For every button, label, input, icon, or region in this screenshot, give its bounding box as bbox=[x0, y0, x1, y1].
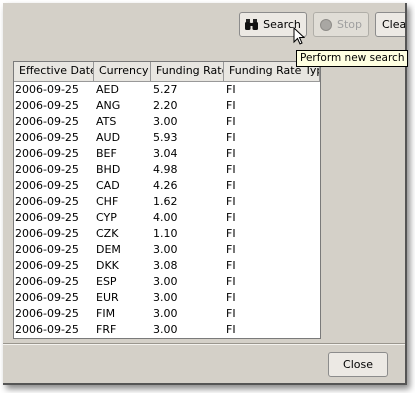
table-row[interactable]: 2006-09-25 AED 5.27 FI bbox=[14, 82, 320, 98]
cell-funding-rate-type: FI bbox=[226, 275, 236, 288]
stop-button[interactable]: Stop bbox=[313, 12, 369, 37]
table-row[interactable]: 2006-09-25 BHD 4.98 FI bbox=[14, 162, 320, 178]
cell-currency: CHF bbox=[96, 195, 119, 208]
funding-rates-table[interactable]: Effective Date Currency Funding Rate Fun… bbox=[13, 61, 321, 339]
cell-currency: CYP bbox=[96, 211, 117, 224]
table-header: Effective Date Currency Funding Rate Fun… bbox=[14, 62, 320, 82]
column-header-effective-date[interactable]: Effective Date bbox=[14, 62, 94, 81]
cell-funding-rate: 3.00 bbox=[153, 291, 178, 304]
close-button[interactable]: Close bbox=[328, 352, 388, 377]
cell-currency: CZK bbox=[96, 227, 119, 240]
table-row[interactable]: 2006-09-25 DKK 3.08 FI bbox=[14, 258, 320, 274]
cell-funding-rate: 3.04 bbox=[153, 147, 178, 160]
cell-funding-rate-type: FI bbox=[226, 291, 236, 304]
table-row[interactable]: 2006-09-25 DEM 3.00 FI bbox=[14, 242, 320, 258]
cell-currency: ANG bbox=[96, 99, 121, 112]
cell-effective-date: 2006-09-25 bbox=[15, 83, 79, 96]
cell-effective-date: 2006-09-25 bbox=[15, 291, 79, 304]
cell-effective-date: 2006-09-25 bbox=[15, 163, 79, 176]
cell-currency: DEM bbox=[96, 243, 121, 256]
cell-funding-rate: 1.62 bbox=[153, 195, 178, 208]
cell-funding-rate-type: FI bbox=[226, 259, 236, 272]
cell-funding-rate: 5.93 bbox=[153, 131, 178, 144]
table-row[interactable]: 2006-09-25 CHF 1.62 FI bbox=[14, 194, 320, 210]
cell-currency: ESP bbox=[96, 275, 117, 288]
cell-currency: EUR bbox=[96, 291, 119, 304]
cell-funding-rate-type: FI bbox=[226, 195, 236, 208]
cell-effective-date: 2006-09-25 bbox=[15, 211, 79, 224]
cell-funding-rate-type: FI bbox=[226, 163, 236, 176]
cell-effective-date: 2006-09-25 bbox=[15, 243, 79, 256]
clear-button[interactable]: Clear bbox=[375, 12, 407, 37]
cell-currency: BHD bbox=[96, 163, 121, 176]
cell-funding-rate: 3.00 bbox=[153, 323, 178, 336]
cell-effective-date: 2006-09-25 bbox=[15, 323, 79, 336]
table-row[interactable]: 2006-09-25 CYP 4.00 FI bbox=[14, 210, 320, 226]
column-header-funding-rate[interactable]: Funding Rate bbox=[151, 62, 224, 81]
footer-divider-highlight bbox=[3, 344, 405, 345]
cell-currency: CAD bbox=[96, 179, 120, 192]
cell-funding-rate: 3.00 bbox=[153, 115, 178, 128]
table-row[interactable]: 2006-09-25 ANG 2.20 FI bbox=[14, 98, 320, 114]
cell-funding-rate-type: FI bbox=[226, 211, 236, 224]
cell-funding-rate: 4.00 bbox=[153, 211, 178, 224]
table-row[interactable]: 2006-09-25 CAD 4.26 FI bbox=[14, 178, 320, 194]
cell-effective-date: 2006-09-25 bbox=[15, 195, 79, 208]
table-row[interactable]: 2006-09-25 ATS 3.00 FI bbox=[14, 114, 320, 130]
cell-funding-rate: 1.10 bbox=[153, 227, 178, 240]
binoculars-icon bbox=[245, 19, 259, 30]
cell-effective-date: 2006-09-25 bbox=[15, 307, 79, 320]
cell-funding-rate: 3.08 bbox=[153, 259, 178, 272]
cell-currency: FIM bbox=[96, 307, 116, 320]
cell-currency: AED bbox=[96, 83, 119, 96]
table-row[interactable]: 2006-09-25 BEF 3.04 FI bbox=[14, 146, 320, 162]
cell-funding-rate-type: FI bbox=[226, 147, 236, 160]
cell-funding-rate: 4.98 bbox=[153, 163, 178, 176]
cell-effective-date: 2006-09-25 bbox=[15, 99, 79, 112]
cell-effective-date: 2006-09-25 bbox=[15, 275, 79, 288]
table-row[interactable]: 2006-09-25 FIM 3.00 FI bbox=[14, 306, 320, 322]
cell-funding-rate-type: FI bbox=[226, 83, 236, 96]
clear-button-label: Clear bbox=[382, 18, 407, 31]
cell-currency: AUD bbox=[96, 131, 121, 144]
cell-funding-rate-type: FI bbox=[226, 179, 236, 192]
cell-funding-rate: 4.26 bbox=[153, 179, 178, 192]
table-row[interactable]: 2006-09-25 EUR 3.00 FI bbox=[14, 290, 320, 306]
search-tooltip: Perform new search bbox=[296, 50, 409, 67]
cell-currency: ATS bbox=[96, 115, 117, 128]
cell-funding-rate-type: FI bbox=[226, 227, 236, 240]
table-row[interactable]: 2006-09-25 CZK 1.10 FI bbox=[14, 226, 320, 242]
cell-currency: DKK bbox=[96, 259, 119, 272]
cell-funding-rate: 3.00 bbox=[153, 307, 178, 320]
table-row[interactable]: 2006-09-25 ESP 3.00 FI bbox=[14, 274, 320, 290]
stop-icon bbox=[319, 18, 332, 31]
cell-funding-rate: 5.27 bbox=[153, 83, 178, 96]
cell-effective-date: 2006-09-25 bbox=[15, 179, 79, 192]
cell-funding-rate: 2.20 bbox=[153, 99, 178, 112]
cell-effective-date: 2006-09-25 bbox=[15, 115, 79, 128]
stop-button-label: Stop bbox=[336, 18, 362, 31]
cell-funding-rate-type: FI bbox=[226, 307, 236, 320]
cell-effective-date: 2006-09-25 bbox=[15, 259, 79, 272]
cell-funding-rate: 3.00 bbox=[153, 275, 178, 288]
table-row[interactable]: 2006-09-25 FRF 3.00 FI bbox=[14, 322, 320, 338]
table-row[interactable]: 2006-09-25 AUD 5.93 FI bbox=[14, 130, 320, 146]
cell-funding-rate-type: FI bbox=[226, 323, 236, 336]
cell-effective-date: 2006-09-25 bbox=[15, 147, 79, 160]
cell-currency: BEF bbox=[96, 147, 117, 160]
cell-funding-rate-type: FI bbox=[226, 99, 236, 112]
cell-currency: FRF bbox=[96, 323, 117, 336]
close-button-label: Close bbox=[343, 358, 373, 371]
cell-funding-rate-type: FI bbox=[226, 243, 236, 256]
column-header-currency[interactable]: Currency bbox=[94, 62, 151, 81]
cell-effective-date: 2006-09-25 bbox=[15, 131, 79, 144]
cell-effective-date: 2006-09-25 bbox=[15, 227, 79, 240]
table-body: 2006-09-25 AED 5.27 FI 2006-09-25 ANG 2.20 FI 20… bbox=[14, 82, 320, 338]
cell-funding-rate-type: FI bbox=[226, 131, 236, 144]
mouse-pointer-icon bbox=[293, 26, 306, 49]
cell-funding-rate: 3.00 bbox=[153, 243, 178, 256]
cell-funding-rate-type: FI bbox=[226, 115, 236, 128]
